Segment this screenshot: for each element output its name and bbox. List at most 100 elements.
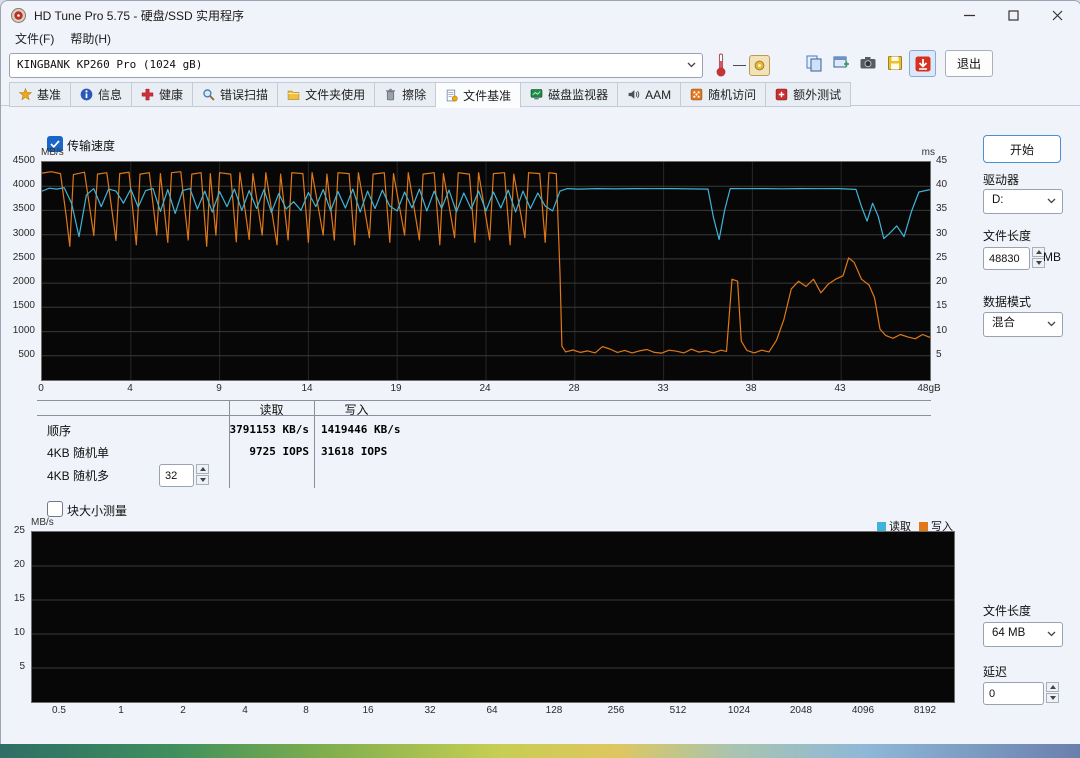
- drive-selector-value: KINGBANK KP260 Pro (1024 gB): [17, 58, 203, 71]
- file-length-value[interactable]: 48830: [983, 247, 1030, 270]
- temperature-value: —: [733, 57, 746, 72]
- tab-extra-tests[interactable]: 额外测试: [766, 82, 852, 107]
- y-axis-labels: 25 20 15 10 5: [13, 525, 25, 672]
- down-arrow-icon: [1049, 696, 1056, 700]
- tab-health[interactable]: 健康: [132, 82, 194, 107]
- up-arrow-icon: [1049, 685, 1056, 689]
- copy-window-button[interactable]: [828, 50, 853, 75]
- delay-spinner-up[interactable]: [1046, 682, 1059, 692]
- file-length-spinner[interactable]: 48830: [983, 247, 1045, 270]
- x-axis-labels: 0.5 1 2 4 8 16 32 64 128 256 512 1024 2048 4096 8192: [52, 705, 937, 716]
- spinner-buttons: [1046, 682, 1059, 703]
- transfer-speed-label: 传输速度: [67, 139, 116, 153]
- y-axis-left-labels: 4500 4000 3500 3000 2500 2000 1500 1000 500: [12, 155, 35, 360]
- up-arrow-icon: [1035, 250, 1042, 254]
- y-axis-unit: MB/s: [31, 517, 54, 528]
- menu-help[interactable]: 帮助(H): [62, 28, 119, 48]
- down-arrow-icon: [199, 478, 206, 482]
- queue-depth-spinner-up[interactable]: [196, 464, 209, 474]
- block-file-length-dropdown[interactable]: 64 MB: [983, 622, 1063, 647]
- screenshot-button[interactable]: [855, 50, 880, 75]
- copy-screenshot-button[interactable]: [801, 50, 826, 75]
- tab-label: 文件基准: [463, 88, 512, 103]
- maximize-icon: [1007, 9, 1019, 21]
- drive-selector[interactable]: KINGBANK KP260 Pro (1024 gB): [9, 53, 703, 78]
- data-mode-dropdown-value: 混合: [992, 317, 1015, 329]
- titlebar: HD Tune Pro 5.75 - 硬盘/SSD 实用程序: [1, 1, 1080, 29]
- random-access-icon: [690, 88, 703, 101]
- chevron-down-icon: [1047, 321, 1056, 327]
- data-mode-label: 数据模式: [983, 295, 1032, 309]
- thermometer-icon: [715, 52, 727, 77]
- desktop-wallpaper-strip: [0, 744, 1080, 758]
- download-button[interactable]: [909, 50, 936, 77]
- temperature-status-icon: [749, 55, 770, 76]
- maximize-button[interactable]: [991, 1, 1035, 29]
- app-icon: [11, 7, 26, 23]
- extra-tests-icon: [775, 88, 788, 101]
- copy-pages-icon: [805, 54, 823, 72]
- tab-random-access[interactable]: 随机访问: [681, 82, 767, 107]
- queue-depth-value[interactable]: 32: [159, 464, 194, 487]
- minimize-button[interactable]: [947, 1, 991, 29]
- sequential-row-label: 顺序: [47, 424, 72, 438]
- menu-file[interactable]: 文件(F): [7, 28, 62, 48]
- start-button-label: 开始: [1009, 142, 1034, 157]
- tab-folder-usage[interactable]: 文件夹使用: [278, 82, 376, 107]
- y-axis-unit-right: ms: [921, 147, 935, 158]
- exit-button[interactable]: 退出: [945, 50, 993, 77]
- tab-disk-monitor[interactable]: 磁盘监视器: [521, 82, 619, 107]
- file-benchmark-icon: [445, 89, 458, 102]
- tab-file-benchmark[interactable]: 文件基准: [436, 82, 522, 108]
- window-title: HD Tune Pro 5.75 - 硬盘/SSD 实用程序: [34, 8, 245, 23]
- file-benchmark-chart: [41, 161, 931, 381]
- start-button[interactable]: 开始: [983, 135, 1061, 163]
- tabbar: 基准 信息 健康 错误扫描 文件夹使用 擦除 文件基准 磁盘监视器 AAM 随机…: [1, 82, 1080, 108]
- random-single-write-value: 31618 IOPS: [321, 445, 388, 458]
- legend-write-swatch: [919, 521, 928, 531]
- queue-depth-spinner[interactable]: 32: [159, 464, 209, 487]
- info-icon: [80, 88, 93, 101]
- tab-label: 健康: [159, 88, 184, 102]
- disk-monitor-icon: [530, 88, 543, 101]
- delay-spinner-down[interactable]: [1046, 693, 1059, 703]
- tab-error-scan[interactable]: 错误扫描: [193, 82, 279, 107]
- down-arrow-icon: [1035, 261, 1042, 265]
- tab-erase[interactable]: 擦除: [375, 82, 437, 107]
- up-arrow-icon: [199, 467, 206, 471]
- drive-label: 驱动器: [983, 173, 1020, 187]
- chevron-down-icon: [687, 62, 696, 68]
- table-divider: [37, 400, 931, 401]
- tab-aam[interactable]: AAM: [618, 82, 682, 107]
- legend-read-swatch: [877, 521, 886, 531]
- delay-label: 延迟: [983, 665, 1008, 679]
- block-size-label: 块大小测量: [67, 504, 128, 518]
- close-icon: [1052, 10, 1063, 21]
- drive-dropdown[interactable]: D:: [983, 189, 1063, 214]
- block-file-length-label: 文件长度: [983, 604, 1032, 618]
- tab-label: 磁盘监视器: [548, 88, 609, 102]
- save-image-icon: [886, 54, 904, 72]
- hdtune-window: HD Tune Pro 5.75 - 硬盘/SSD 实用程序 文件(F) 帮助(…: [0, 0, 1080, 747]
- write-column-header: 写入: [344, 403, 369, 417]
- save-image-button[interactable]: [882, 50, 907, 75]
- chevron-down-icon: [1047, 631, 1056, 637]
- block-size-checkbox[interactable]: [47, 501, 63, 517]
- data-mode-dropdown[interactable]: 混合: [983, 312, 1063, 337]
- tab-label: 擦除: [402, 88, 427, 102]
- delay-value[interactable]: 0: [983, 682, 1044, 705]
- delay-spinner[interactable]: 0: [983, 682, 1059, 705]
- y-axis-unit-left: MB/s: [41, 147, 64, 158]
- sequential-read-value: 3791153 KB/s: [229, 423, 309, 436]
- tab-label: 额外测试: [793, 88, 842, 102]
- tab-label: 信息: [98, 88, 123, 102]
- random-single-row-label: 4KB 随机单: [47, 446, 110, 460]
- block-size-chart: [31, 531, 955, 703]
- aam-icon: [627, 88, 640, 101]
- tab-benchmark[interactable]: 基准: [9, 82, 72, 107]
- queue-depth-spinner-down[interactable]: [196, 475, 209, 485]
- download-icon: [914, 55, 932, 73]
- tab-info[interactable]: 信息: [71, 82, 133, 107]
- y-axis-right-labels: 45 40 35 30 25 20 15 10 5: [936, 155, 948, 360]
- close-button[interactable]: [1035, 1, 1079, 29]
